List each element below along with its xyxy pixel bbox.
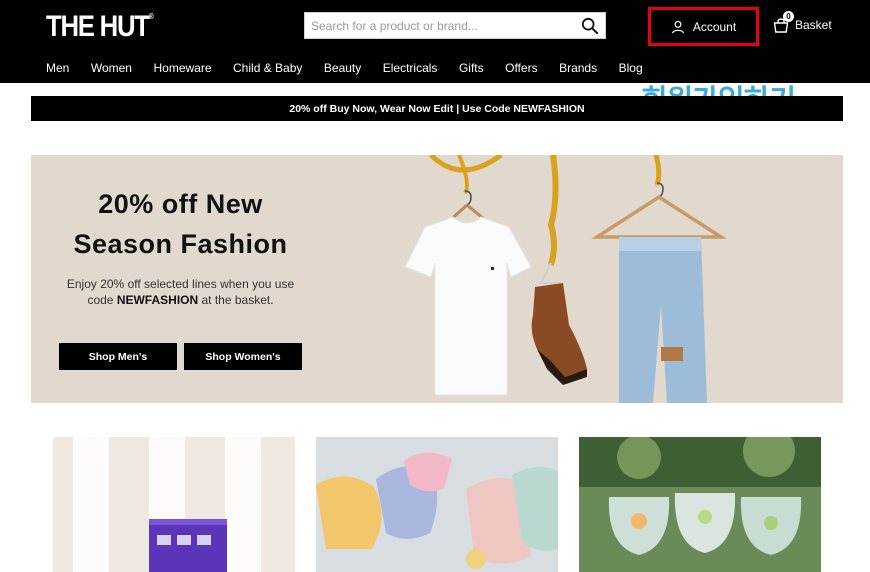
account-label: Account xyxy=(692,19,737,34)
nav-item-men[interactable]: Men xyxy=(46,61,69,77)
site-logo[interactable]: THE HUT® xyxy=(46,10,154,44)
nav-item-brands[interactable]: Brands xyxy=(559,61,597,77)
logo-registered-mark: ® xyxy=(148,12,154,21)
basket-button[interactable]: 0 Basket xyxy=(773,11,832,36)
product-tile-home[interactable] xyxy=(53,437,295,572)
main-nav: Men Women Homeware Child & Baby Beauty E… xyxy=(46,61,664,77)
hero-title-line1: 20% off New xyxy=(98,189,263,219)
search-icon[interactable] xyxy=(581,17,599,35)
tile-image-baby xyxy=(316,437,558,572)
shop-mens-button[interactable]: Shop Men's xyxy=(59,343,177,370)
hero-title-line2: Season Fashion xyxy=(73,229,288,259)
user-icon xyxy=(671,20,684,33)
tile-image-home xyxy=(53,437,295,572)
hero-clothing-image xyxy=(404,155,727,403)
account-button[interactable]: Account xyxy=(648,7,759,46)
product-tile-glassware[interactable] xyxy=(579,437,821,572)
hero-banner[interactable]: 20% off New Season Fashion Enjoy 20% off… xyxy=(31,155,843,403)
search-input[interactable] xyxy=(305,13,575,38)
nav-item-homeware[interactable]: Homeware xyxy=(153,61,211,77)
nav-item-beauty[interactable]: Beauty xyxy=(324,61,361,77)
nav-item-gifts[interactable]: Gifts xyxy=(459,61,484,77)
hero-desc-line1: Enjoy 20% off selected lines when you us… xyxy=(66,277,295,291)
hero-desc-code-prefix: code xyxy=(87,293,114,307)
nav-item-women[interactable]: Women xyxy=(91,61,132,77)
nav-item-electricals[interactable]: Electricals xyxy=(383,61,438,77)
tile-image-glassware xyxy=(579,437,821,572)
promo-banner[interactable]: 20% off Buy Now, Wear Now Edit | Use Cod… xyxy=(31,96,843,121)
nav-item-child-baby[interactable]: Child & Baby xyxy=(233,61,302,77)
hero-desc-suffix: at the basket. xyxy=(201,293,274,307)
nav-item-offers[interactable]: Offers xyxy=(505,61,537,77)
basket-icon-wrap: 0 xyxy=(773,11,794,34)
product-tile-baby[interactable] xyxy=(316,437,558,572)
shop-womens-button[interactable]: Shop Women's xyxy=(184,343,302,370)
nav-item-blog[interactable]: Blog xyxy=(619,61,643,77)
promo-code: NEWFASHION xyxy=(116,293,199,307)
hero-description: Enjoy 20% off selected lines when you us… xyxy=(31,276,330,308)
logo-text: THE HUT xyxy=(46,10,150,43)
basket-label: Basket xyxy=(795,18,832,32)
hero-desc-line2: code NEWFASHION at the basket. xyxy=(31,292,330,308)
basket-count-badge: 0 xyxy=(783,11,794,22)
hero-title: 20% off New Season Fashion xyxy=(31,184,330,264)
site-header: THE HUT® Account 0 Basket xyxy=(0,0,870,83)
page: { "header": { "logo_text": "THE HUT", "l… xyxy=(0,0,870,572)
search-bar xyxy=(304,12,606,39)
